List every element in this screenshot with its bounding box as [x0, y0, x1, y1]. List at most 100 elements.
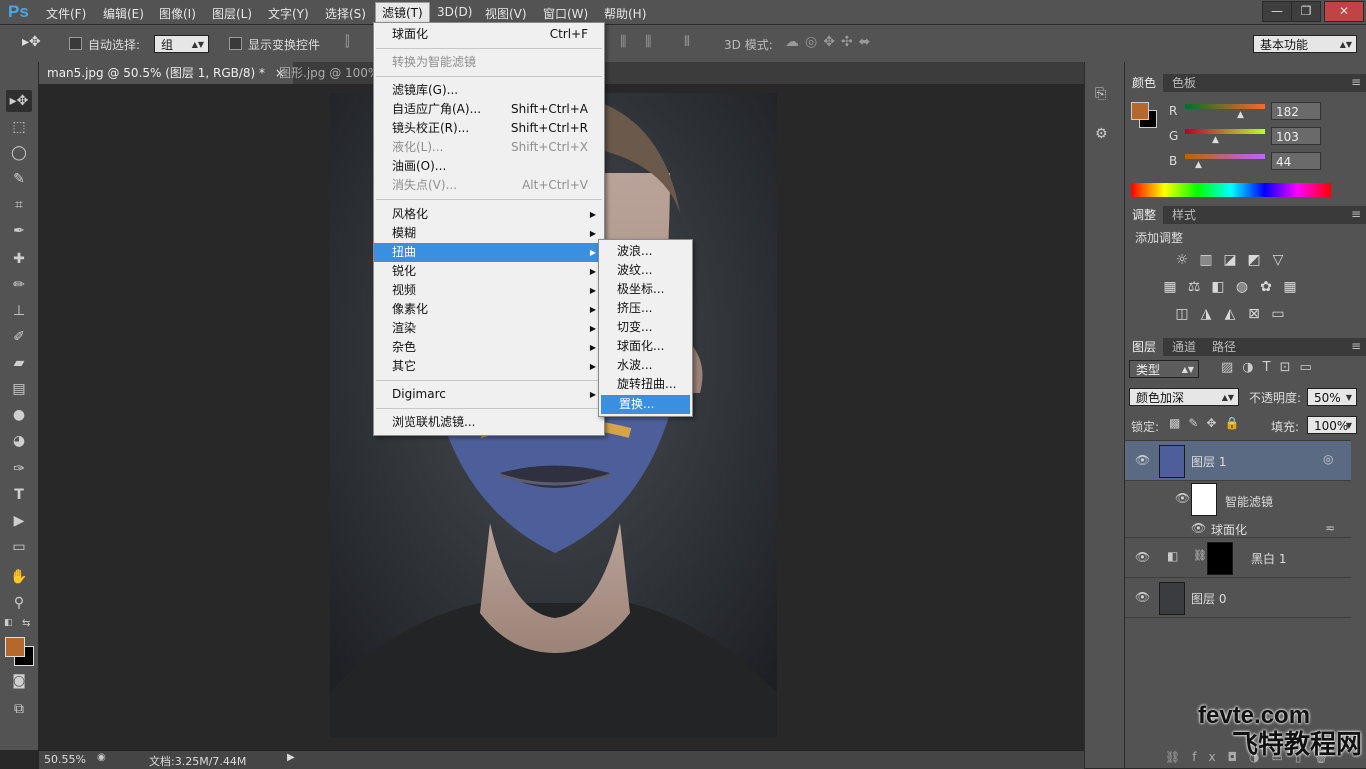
menu-item-browse-online-filters[interactable]: 浏览联机滤镜... [374, 413, 604, 432]
tab-adjustments[interactable]: 调整 [1125, 206, 1164, 224]
submenu-item-wave[interactable]: 波浪... [599, 242, 692, 261]
posterize-icon[interactable]: ◮ [1197, 306, 1215, 322]
layer-row-layer0[interactable]: 👁 图层 0 [1125, 578, 1351, 618]
submenu-item-shear[interactable]: 切变... [599, 318, 692, 337]
menu-item-oil-paint[interactable]: 油画(O)... [374, 157, 604, 176]
move-tool-icon[interactable]: ▸✥ [6, 90, 32, 112]
smart-object-icon[interactable]: ◎ [1323, 452, 1333, 466]
hue-saturation-icon[interactable]: ▦ [1161, 279, 1179, 295]
menu-3d[interactable]: 3D(D) [437, 5, 472, 19]
g-value[interactable]: 103 [1271, 127, 1321, 145]
smart-filter-mask-thumbnail[interactable] [1191, 483, 1217, 516]
tab-color[interactable]: 颜色 [1125, 74, 1164, 92]
menu-item-render[interactable]: 渲染 ▶ [374, 319, 604, 338]
menu-filter[interactable]: 滤镜(T) [375, 2, 430, 24]
slider-handle-icon[interactable]: ▲ [1212, 135, 1219, 145]
3d-tools-icons[interactable]: ☁◎✥✣⬌ [785, 34, 876, 50]
move-tool-preset-icon[interactable]: ▸✥ [22, 34, 41, 50]
visibility-eye-icon[interactable]: 👁 [1135, 550, 1150, 564]
show-transform-checkbox[interactable] [229, 37, 242, 50]
link-icon[interactable]: ⛓ [1193, 549, 1207, 562]
status-info-icon[interactable]: ◉ [97, 752, 106, 763]
submenu-item-ripple[interactable]: 波纹... [599, 261, 692, 280]
tab-paths[interactable]: 路径 [1205, 338, 1243, 356]
default-colors-icon[interactable]: ◧ [4, 618, 14, 628]
g-slider[interactable] [1185, 129, 1265, 134]
menu-item-other[interactable]: 其它 ▶ [374, 357, 604, 376]
filter-options-icon[interactable]: ≂ [1325, 521, 1335, 535]
crop-tool-icon[interactable]: ⌗ [6, 194, 32, 216]
workspace-dropdown[interactable]: 基本功能 ▲▼ [1253, 35, 1357, 53]
color-fg-swatch[interactable] [1131, 102, 1149, 120]
selective-color-icon[interactable]: ⊠ [1245, 306, 1263, 322]
menu-item-digimarc[interactable]: Digimarc ▶ [374, 385, 604, 404]
menu-view[interactable]: 视图(V) [485, 5, 527, 22]
distribute-icon[interactable]: ⫼ [620, 34, 626, 50]
hand-tool-icon[interactable]: ✋ [6, 566, 32, 588]
menu-file[interactable]: 文件(F) [46, 5, 86, 22]
marquee-tool-icon[interactable]: ⬚ [6, 116, 32, 138]
layer-mask-thumbnail[interactable] [1207, 542, 1233, 575]
layer-filter-icons[interactable]: ▨◑T⊡▭ [1221, 360, 1321, 375]
menu-type[interactable]: 文字(Y) [268, 5, 309, 22]
path-select-tool-icon[interactable]: ▶ [6, 510, 32, 532]
r-slider[interactable] [1185, 104, 1265, 109]
color-spectrum-bar[interactable] [1131, 183, 1331, 197]
panel-menu-icon[interactable]: ≡ [1351, 75, 1361, 89]
properties-panel-icon[interactable]: ⚙ [1095, 126, 1115, 146]
quick-select-tool-icon[interactable]: ✎ [6, 168, 32, 190]
curves-icon[interactable]: ◪ [1221, 252, 1239, 268]
history-brush-tool-icon[interactable]: ✐ [6, 326, 32, 348]
auto-select-checkbox[interactable] [69, 37, 82, 50]
layer-row-layer1[interactable]: 👁 图层 1 ◎ [1125, 441, 1351, 481]
channel-mixer-icon[interactable]: ✿ [1257, 279, 1275, 295]
menu-help[interactable]: 帮助(H) [604, 5, 646, 22]
status-menu-arrow-icon[interactable]: ▶ [287, 752, 295, 763]
threshold-icon[interactable]: ◭ [1221, 306, 1239, 322]
levels-icon[interactable]: ▥ [1197, 252, 1215, 268]
lock-icons[interactable]: ▩✎✥🔒 [1169, 416, 1247, 430]
fill-input[interactable]: 100% ▼ [1307, 416, 1357, 434]
visibility-eye-icon[interactable]: 👁 [1191, 521, 1206, 535]
menu-select[interactable]: 选择(S) [325, 5, 366, 22]
gradient-tool-icon[interactable]: ▤ [6, 378, 32, 400]
menu-item-blur[interactable]: 模糊 ▶ [374, 224, 604, 243]
eyedropper-tool-icon[interactable]: ✒ [6, 220, 32, 242]
submenu-item-twirl[interactable]: 旋转扭曲... [599, 375, 692, 394]
submenu-item-spherize[interactable]: 球面化... [599, 337, 692, 356]
blend-mode-dropdown[interactable]: 颜色加深 ▲▼ [1129, 388, 1239, 406]
type-tool-icon[interactable]: T [6, 484, 32, 506]
restore-icon[interactable]: ❐ [1291, 1, 1321, 22]
eraser-tool-icon[interactable]: ▰ [6, 352, 32, 374]
auto-select-dropdown[interactable]: 组 ▲▼ [154, 35, 209, 53]
tab-styles[interactable]: 样式 [1165, 206, 1203, 224]
pen-tool-icon[interactable]: ✑ [6, 458, 32, 480]
screen-mode-icon[interactable]: ⧉ [6, 698, 32, 720]
clone-stamp-tool-icon[interactable]: ⊥ [6, 300, 32, 322]
lasso-tool-icon[interactable]: ◯ [6, 142, 32, 164]
submenu-item-pinch[interactable]: 挤压... [599, 299, 692, 318]
menu-item-video[interactable]: 视频 ▶ [374, 281, 604, 300]
brightness-contrast-icon[interactable]: ☼ [1173, 252, 1191, 268]
menu-item-spherize-last[interactable]: 球面化 Ctrl+F [374, 25, 604, 44]
menu-item-stylize[interactable]: 风格化 ▶ [374, 205, 604, 224]
blur-tool-icon[interactable]: ● [6, 404, 32, 426]
zoom-level[interactable]: 50.55% [44, 753, 86, 766]
tab-layers[interactable]: 图层 [1125, 338, 1164, 356]
slider-handle-icon[interactable]: ▲ [1195, 160, 1202, 170]
tab-channels[interactable]: 通道 [1165, 338, 1203, 356]
close-icon[interactable]: ✕ [1324, 1, 1364, 22]
visibility-eye-icon[interactable]: 👁 [1135, 590, 1150, 604]
menu-layer[interactable]: 图层(L) [212, 5, 252, 22]
invert-icon[interactable]: ◫ [1173, 306, 1191, 322]
tab-shape[interactable]: 图形.jpg @ 100% [271, 62, 387, 84]
layer-filter-dropdown[interactable]: 类型 ▲▼ [1129, 360, 1199, 378]
menu-item-filter-gallery[interactable]: 滤镜库(G)... [374, 81, 604, 100]
submenu-item-polar-coordinates[interactable]: 极坐标... [599, 280, 692, 299]
zoom-tool-icon[interactable]: ⚲ [6, 592, 32, 614]
menu-item-adaptive-wide-angle[interactable]: 自适应广角(A)... Shift+Ctrl+A [374, 100, 604, 119]
tab-man5[interactable]: man5.jpg @ 50.5% (图层 1, RGB/8) * × [39, 62, 293, 84]
slider-handle-icon[interactable]: ▲ [1237, 110, 1244, 120]
menu-item-distort[interactable]: 扭曲 ▶ [374, 243, 604, 262]
color-lookup-icon[interactable]: ▦ [1281, 279, 1299, 295]
